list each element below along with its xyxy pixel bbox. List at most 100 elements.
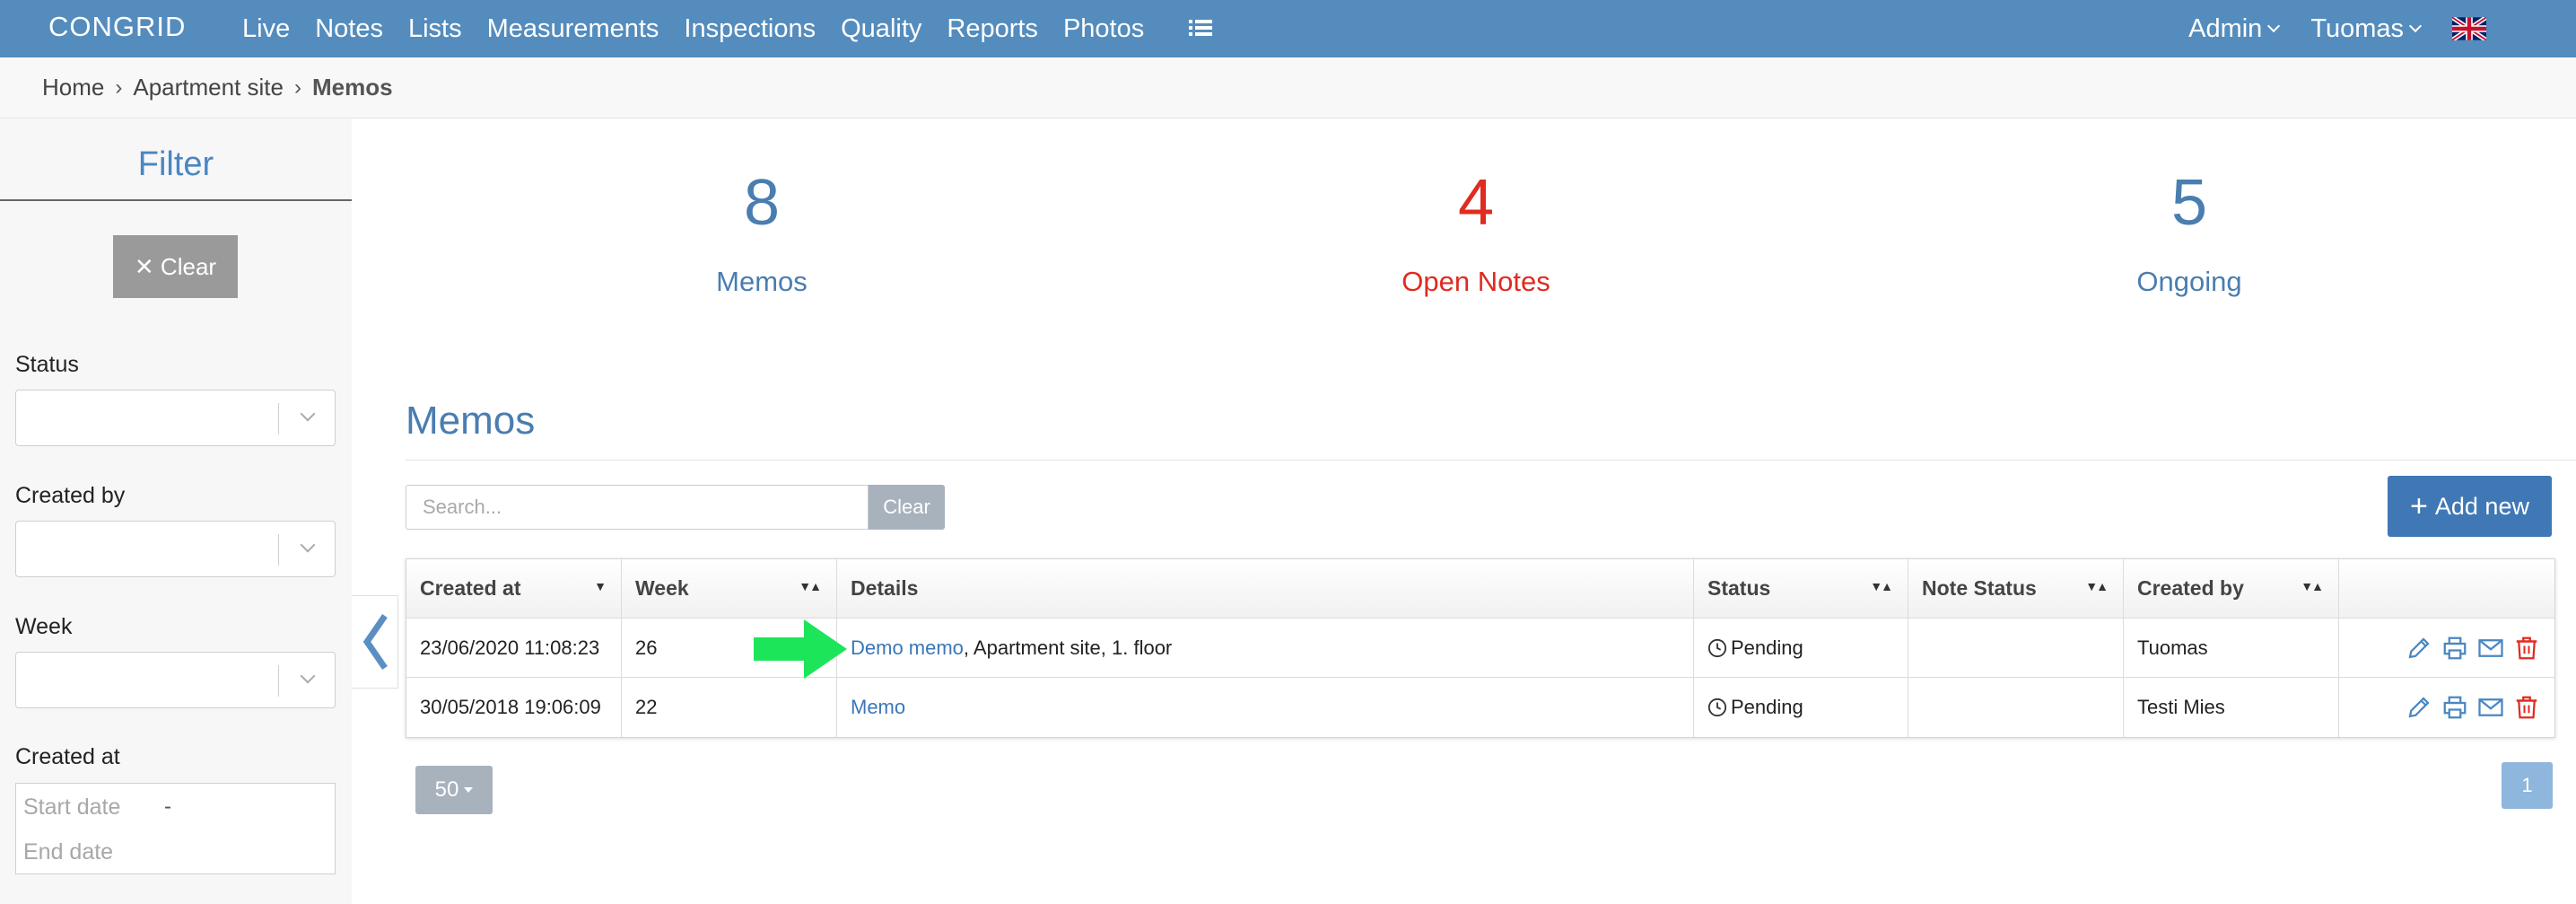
nav-measurements[interactable]: Measurements <box>487 14 659 44</box>
chevron-down-icon <box>300 668 316 684</box>
table-row[interactable]: 23/06/2020 11:08:23 26 Demo memo, Apartm… <box>406 619 2554 678</box>
cell-actions <box>2339 678 2554 737</box>
col-actions <box>2339 559 2554 618</box>
table-header: Created at ▼ Week ▼▲ Details Status ▼▲ Note… <box>406 559 2554 619</box>
stat-ongoing-label: Ongoing <box>2136 266 2242 297</box>
stat-memos-label: Memos <box>716 266 808 297</box>
status-select[interactable] <box>15 390 336 446</box>
add-new-label: Add new <box>2434 492 2529 520</box>
congrid-logo[interactable]: CONGRID <box>48 11 186 43</box>
col-label: Created by <box>2137 576 2244 600</box>
status-text: Pending <box>1731 636 1803 659</box>
list-menu-icon[interactable] <box>1189 18 1212 38</box>
start-date-input[interactable]: Start date <box>23 787 167 827</box>
created-by-label: Created by <box>15 483 126 508</box>
week-label: Week <box>15 614 73 639</box>
trash-icon[interactable] <box>2513 635 2540 662</box>
col-label: Created at <box>420 576 521 600</box>
select-divider <box>278 665 279 697</box>
admin-dropdown[interactable]: Admin <box>2188 13 2281 44</box>
nav-reports[interactable]: Reports <box>947 14 1038 44</box>
nav-live[interactable]: Live <box>242 14 290 44</box>
breadcrumb-home[interactable]: Home <box>42 74 104 101</box>
breadcrumb-current: Memos <box>312 74 393 101</box>
created-at-label: Created at <box>15 744 120 769</box>
col-week[interactable]: Week ▼▲ <box>622 559 837 618</box>
nav-right: Admin Tuomas <box>2188 0 2576 57</box>
status-text: Pending <box>1731 696 1803 718</box>
created-at-range: Start date - End date <box>15 783 336 874</box>
stat-open-notes-value: 4 <box>1457 167 1495 239</box>
memos-section-title: Memos <box>406 399 536 443</box>
cell-status: Pending <box>1694 619 1908 677</box>
col-label: Details <box>851 576 919 600</box>
chevron-down-icon <box>300 537 316 553</box>
top-navbar: CONGRID Live Notes Lists Measurements In… <box>0 0 2576 57</box>
user-dropdown[interactable]: Tuomas <box>2310 13 2423 44</box>
edit-pencil-icon[interactable] <box>2406 694 2432 721</box>
email-icon[interactable] <box>2477 635 2504 662</box>
caret-down-icon <box>464 787 474 793</box>
clock-icon <box>1707 698 1727 717</box>
user-label: Tuomas <box>2310 13 2404 43</box>
table-row[interactable]: 30/05/2018 19:06:09 22 Memo Pending Test… <box>406 678 2554 737</box>
cell-details: Memo <box>837 678 1694 737</box>
sort-desc-icon: ▼ <box>594 579 607 593</box>
cell-actions <box>2339 619 2554 677</box>
page-1-button[interactable]: 1 <box>2502 762 2553 809</box>
col-created-at[interactable]: Created at ▼ <box>406 559 622 618</box>
stat-open-notes[interactable]: 4 Open Notes <box>1297 171 1655 298</box>
nav-photos[interactable]: Photos <box>1063 14 1144 44</box>
cell-note-status <box>1908 678 2124 737</box>
select-divider <box>278 534 279 566</box>
col-note-status[interactable]: Note Status ▼▲ <box>1908 559 2124 618</box>
collapse-sidebar-button[interactable] <box>352 595 398 689</box>
email-icon[interactable] <box>2477 694 2504 721</box>
col-label: Week <box>635 576 689 600</box>
add-new-button[interactable]: + Add new <box>2388 476 2552 537</box>
col-label: Note Status <box>1922 576 2037 600</box>
print-icon[interactable] <box>2441 694 2468 721</box>
stat-open-notes-label: Open Notes <box>1402 266 1550 297</box>
sort-icon: ▼▲ <box>2301 579 2324 593</box>
trash-icon[interactable] <box>2513 694 2540 721</box>
nav-lists[interactable]: Lists <box>408 14 462 44</box>
admin-label: Admin <box>2188 13 2263 43</box>
sort-icon: ▼▲ <box>799 579 822 593</box>
nav-inspections[interactable]: Inspections <box>684 14 816 44</box>
edit-pencil-icon[interactable] <box>2406 635 2432 662</box>
breadcrumb-site[interactable]: Apartment site <box>133 74 284 101</box>
cell-note-status <box>1908 619 2124 677</box>
print-icon[interactable] <box>2441 635 2468 662</box>
nav-notes[interactable]: Notes <box>315 14 383 44</box>
col-status[interactable]: Status ▼▲ <box>1694 559 1908 618</box>
chevron-down-icon <box>2267 19 2281 33</box>
stat-memos[interactable]: 8 Memos <box>582 171 941 298</box>
page-size-dropdown[interactable]: 50 <box>415 766 493 814</box>
filter-title: Filter <box>137 145 214 183</box>
stat-ongoing-value: 5 <box>2170 167 2208 239</box>
green-arrow-icon <box>754 619 847 679</box>
week-select[interactable] <box>15 652 336 708</box>
end-date-input[interactable]: End date <box>23 832 167 872</box>
memo-search-input[interactable] <box>406 485 869 530</box>
col-label: Status <box>1707 576 1771 600</box>
stat-ongoing[interactable]: 5 Ongoing <box>2010 171 2369 298</box>
cell-week: 22 <box>622 678 837 737</box>
memo-link[interactable]: Demo memo <box>851 636 964 660</box>
main-nav: Live Notes Lists Measurements Inspection… <box>242 0 1169 57</box>
chevron-left-icon <box>362 614 388 670</box>
col-created-by[interactable]: Created by ▼▲ <box>2124 559 2339 618</box>
memo-link[interactable]: Memo <box>851 696 905 719</box>
cell-created-by: Tuomas <box>2124 619 2339 677</box>
cell-created-by: Testi Mies <box>2124 678 2339 737</box>
cell-created-at: 23/06/2020 11:08:23 <box>406 619 622 677</box>
nav-quality[interactable]: Quality <box>841 14 921 44</box>
uk-flag-icon[interactable] <box>2452 17 2486 40</box>
clock-icon <box>1707 638 1727 657</box>
stat-memos-value: 8 <box>743 167 781 239</box>
search-clear-button[interactable]: Clear <box>869 485 945 530</box>
filter-clear-button[interactable]: ✕ Clear <box>113 235 238 298</box>
chevron-right-icon: › <box>294 75 301 100</box>
created-by-select[interactable] <box>15 521 336 577</box>
